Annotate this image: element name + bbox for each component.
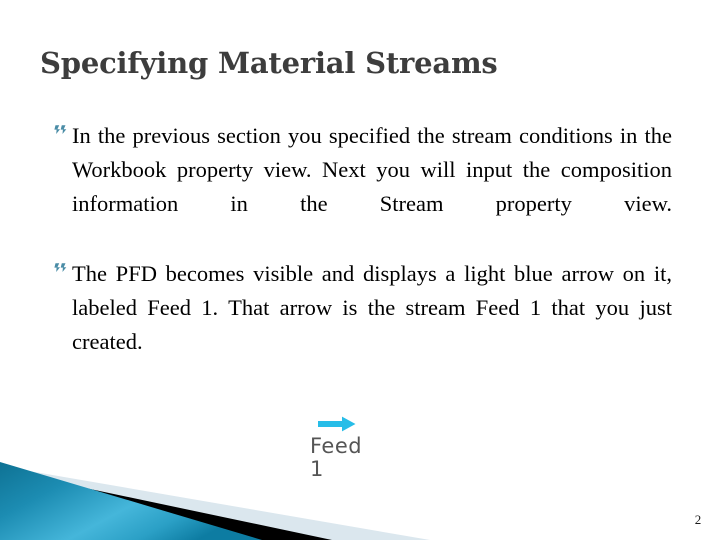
list-item: In the previous section you specified th… [54,119,672,255]
pfd-stream-graphic: Feed 1 [308,410,418,490]
slide-canvas: Specifying Material Streams In the previ… [0,0,720,540]
feed-stream-label: Feed [310,434,363,458]
list-item-text: The PFD becomes visible and displays a l… [72,261,672,354]
page-title: Specifying Material Streams [40,46,498,80]
page-number: 2 [694,512,702,527]
content-placeholder: In the previous section you specified th… [54,119,672,395]
double-chevron-bullet-icon [54,262,68,276]
feed-stream-number: 1 [310,457,324,481]
double-chevron-bullet-icon [54,124,68,138]
list-item-text: In the previous section you specified th… [72,123,672,216]
list-item: The PFD becomes visible and displays a l… [54,257,672,393]
